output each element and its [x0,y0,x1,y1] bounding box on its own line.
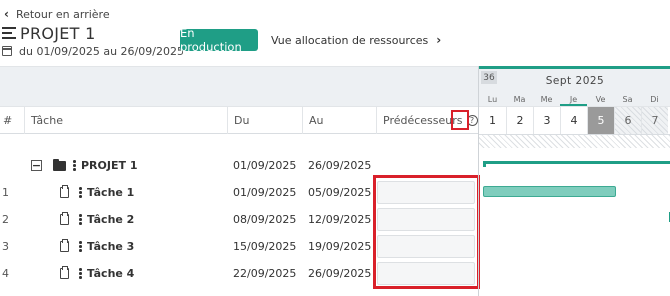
day-name: Sa [622,95,633,104]
task-start-date: 01/09/2025 [233,159,297,172]
highlight-help-icon [451,110,469,130]
day-number[interactable]: 1 [479,107,506,134]
row-number: 2 [2,213,9,226]
project-task-cell: − PROJET 1 [31,152,137,179]
drag-handle-icon[interactable] [73,160,76,171]
row-number: 4 [2,267,9,280]
task-cell: Tâche 1 [60,179,134,206]
resource-allocation-link[interactable]: Vue allocation de ressources › [271,33,441,47]
row-number: 3 [2,240,9,253]
project-title-row: PROJET 1 [2,22,96,44]
task-name: Tâche 4 [87,267,135,280]
day-name-today: Je [560,93,587,106]
gantt-project-summary-bar[interactable] [483,161,670,167]
task-end-date: 05/09/2025 [308,186,372,199]
highlight-predecessors-column [373,175,480,289]
clipboard-icon [60,239,69,252]
back-link[interactable]: ‹ Retour en arrière [4,7,110,21]
calendar-icon [2,46,12,56]
task-end-date: 12/09/2025 [308,213,372,226]
gantt-task-bar[interactable] [483,186,616,197]
clipboard-icon [60,266,69,279]
day-number[interactable]: 3 [533,107,560,134]
chevron-right-icon: › [436,33,442,47]
gantt-hatch-band [479,134,670,148]
task-start-date: 15/09/2025 [233,240,297,253]
date-range-text: du 01/09/2025 au 26/09/2025 [19,44,184,58]
collapse-toggle-icon[interactable]: − [31,160,42,171]
task-name: Tâche 3 [87,240,135,253]
task-end-date: 19/09/2025 [308,240,372,253]
day-number[interactable]: 2 [506,107,533,134]
clipboard-icon [60,185,69,198]
task-end-date: 26/09/2025 [308,159,372,172]
column-header-task[interactable]: Tâche [24,107,227,134]
day-name: Lu [487,95,498,104]
month-label: Sept 2025 [545,75,605,87]
task-start-date: 08/09/2025 [233,213,297,226]
day-name: Ma [513,95,526,104]
task-start-date: 22/09/2025 [233,267,297,280]
drag-handle-icon[interactable] [79,268,82,279]
day-name: Me [540,95,553,104]
drag-handle-icon[interactable] [79,214,82,225]
chevron-left-icon: ‹ [4,7,9,21]
status-badge[interactable]: En production [180,26,258,54]
task-cell: Tâche 4 [60,260,134,287]
table-header: # Tâche Du Au Prédécesseurs ? [0,106,478,134]
clipboard-icon [60,212,69,225]
task-end-date: 26/09/2025 [308,267,372,280]
project-date-range: du 01/09/2025 au 26/09/2025 [2,44,184,58]
resource-link-label: Vue allocation de ressources [271,33,429,47]
day-number[interactable]: 4 [560,107,587,134]
folder-icon [53,158,66,171]
task-cell: Tâche 2 [60,206,134,233]
task-name: Tâche 1 [87,186,135,199]
back-label: Retour en arrière [15,7,110,21]
gantt-day-names: Lu Ma Me Je Ve Sa Di [479,93,670,106]
task-cell: Tâche 3 [60,233,134,260]
table-toolbar [0,66,478,106]
task-start-date: 01/09/2025 [233,186,297,199]
column-header-to[interactable]: Au [302,107,376,134]
day-name: Di [650,95,659,104]
day-number-weekend[interactable]: 7 [641,107,668,134]
page-title: PROJET 1 [20,23,96,43]
task-name: PROJET 1 [81,159,138,172]
drag-handle-icon[interactable] [79,187,82,198]
row-number: 1 [2,186,9,199]
day-number-weekend[interactable]: 6 [614,107,641,134]
column-header-from[interactable]: Du [227,107,302,134]
gantt-chart[interactable]: 36 Sept 2025 Lu Ma Me Je Ve Sa Di 1 2 3 … [478,66,670,296]
gantt-month-header: 36 Sept 2025 [479,66,670,93]
list-lines-icon [2,27,16,39]
gantt-day-numbers: 1 2 3 4 5 6 7 [479,106,670,134]
task-name: Tâche 2 [87,213,135,226]
drag-handle-icon[interactable] [79,241,82,252]
day-number-selected[interactable]: 5 [587,107,614,134]
day-name: Ve [595,95,606,104]
column-header-num[interactable]: # [0,107,24,134]
